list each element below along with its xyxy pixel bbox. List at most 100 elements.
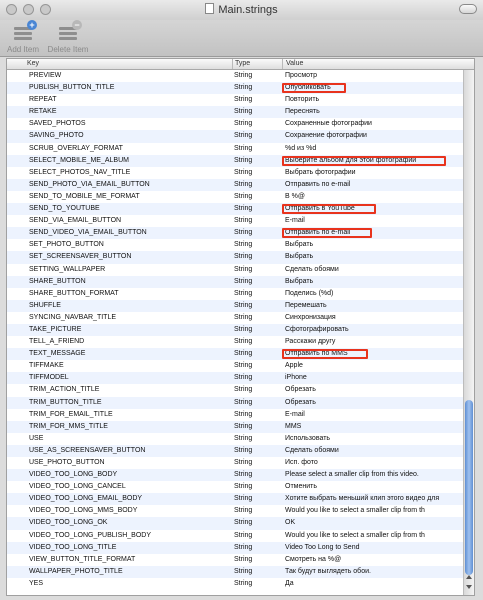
cell-key[interactable]: VIDEO_TOO_LONG_BODY — [29, 469, 229, 481]
cell-key[interactable]: SEND_PHOTO_VIA_EMAIL_BUTTON — [29, 179, 229, 191]
cell-type[interactable]: String — [234, 215, 284, 227]
cell-key[interactable]: PUBLISH_BUTTON_TITLE — [29, 82, 229, 94]
cell-type[interactable]: String — [234, 227, 284, 239]
cell-type[interactable]: String — [234, 251, 284, 263]
cell-key[interactable]: USE — [29, 433, 229, 445]
table-row[interactable]: SET_SCREENSAVER_BUTTON String Выбрать — [7, 251, 463, 264]
scrollbar-thumb[interactable] — [465, 400, 473, 575]
cell-value[interactable]: Поделись (%d) — [285, 288, 461, 300]
cell-value[interactable]: Повторить — [285, 94, 461, 106]
cell-type[interactable]: String — [234, 481, 284, 493]
cell-value[interactable]: OK — [285, 517, 461, 529]
cell-type[interactable]: String — [234, 191, 284, 203]
cell-key[interactable]: YES — [29, 578, 229, 590]
cell-type[interactable]: String — [234, 578, 284, 590]
table-row[interactable]: SHUFFLE String Перемешать — [7, 299, 463, 312]
cell-value[interactable]: Исп. фото — [285, 457, 461, 469]
cell-value[interactable]: Расскажи другу — [285, 336, 461, 348]
table-row[interactable]: VIDEO_TOO_LONG_PUBLISH_BODY String Would y… — [7, 530, 463, 542]
add-item-button[interactable]: + Add Item — [4, 20, 42, 54]
table-row[interactable]: TRIM_FOR_EMAIL_TITLE String E-mail — [7, 409, 463, 421]
cell-type[interactable]: String — [234, 130, 284, 142]
cell-value[interactable]: В %@ — [285, 191, 461, 203]
table-row[interactable]: VIDEO_TOO_LONG_MMS_BODY String Would you l… — [7, 505, 463, 517]
cell-type[interactable]: String — [234, 82, 284, 94]
cell-value[interactable]: Перемешать — [285, 300, 461, 312]
cell-value[interactable]: Выбрать — [285, 251, 461, 263]
cell-key[interactable]: SYNCING_NAVBAR_TITLE — [29, 312, 229, 324]
table-row[interactable]: SET_PHOTO_BUTTON String Выбрать — [7, 239, 463, 251]
title-bar[interactable]: Main.strings — [0, 0, 483, 21]
cell-key[interactable]: VIDEO_TOO_LONG_EMAIL_BODY — [29, 493, 229, 505]
cell-type[interactable]: String — [234, 348, 284, 360]
cell-key[interactable]: TELL_A_FRIEND — [29, 336, 229, 348]
cell-key[interactable]: VIDEO_TOO_LONG_CANCEL — [29, 481, 229, 493]
table-row[interactable]: VIDEO_TOO_LONG_TITLE String Video Too Long… — [7, 541, 463, 554]
cell-key[interactable]: REPEAT — [29, 94, 229, 106]
cell-key[interactable]: VIDEO_TOO_LONG_MMS_BODY — [29, 505, 229, 517]
table-row[interactable]: TRIM_FOR_MMS_TITLE String MMS — [7, 420, 463, 433]
table-row[interactable]: USE String Использовать — [7, 433, 463, 445]
table-row[interactable]: SHARE_BUTTON String Выбрать — [7, 275, 463, 288]
cell-value[interactable]: Сохранение фотографии — [285, 130, 461, 142]
cell-type[interactable]: String — [234, 397, 284, 409]
cell-type[interactable]: String — [234, 288, 284, 300]
cell-value[interactable]: Please select a smaller clip from this v… — [285, 469, 461, 481]
cell-type[interactable]: String — [234, 554, 284, 566]
cell-type[interactable]: String — [234, 94, 284, 106]
column-header-type[interactable]: Type — [235, 60, 250, 67]
table-row[interactable]: WALLPAPER_PHOTO_TITLE String Так будут выг… — [7, 565, 463, 578]
cell-type[interactable]: String — [234, 445, 284, 457]
cell-type[interactable]: String — [234, 118, 284, 130]
cell-value[interactable]: Video Too Long to Send — [285, 542, 461, 554]
cell-value[interactable]: %d из %d — [285, 143, 461, 155]
cell-key[interactable]: TIFFMODEL — [29, 372, 229, 384]
cell-type[interactable]: String — [234, 179, 284, 191]
cell-type[interactable]: String — [234, 336, 284, 348]
cell-value[interactable]: Переснять — [285, 106, 461, 118]
table-row[interactable]: VIDEO_TOO_LONG_EMAIL_BODY String Хотите вы… — [7, 493, 463, 506]
cell-type[interactable]: String — [234, 505, 284, 517]
table-row[interactable]: TIFFMAKE String Apple — [7, 360, 463, 372]
cell-key[interactable]: TRIM_ACTION_TITLE — [29, 384, 229, 396]
table-row[interactable]: SCRUB_OVERLAY_FORMAT String %d из %d — [7, 143, 463, 155]
cell-key[interactable]: USE_AS_SCREENSAVER_BUTTON — [29, 445, 229, 457]
cell-value[interactable]: iPhone — [285, 372, 461, 384]
table-row[interactable]: SHARE_BUTTON_FORMAT String Поделись (%d) — [7, 288, 463, 300]
cell-key[interactable]: USE_PHOTO_BUTTON — [29, 457, 229, 469]
cell-value[interactable]: Выбрать — [285, 239, 461, 251]
table-row[interactable]: SYNCING_NAVBAR_TITLE String Синхронизация — [7, 312, 463, 324]
table-row[interactable]: RETAKE String Переснять — [7, 106, 463, 119]
cell-type[interactable]: String — [234, 384, 284, 396]
cell-value[interactable]: Синхронизация — [285, 312, 461, 324]
cell-type[interactable]: String — [234, 517, 284, 529]
cell-key[interactable]: SEND_VIDEO_VIA_EMAIL_BUTTON — [29, 227, 229, 239]
scroll-up-arrow-icon[interactable] — [466, 575, 472, 579]
cell-type[interactable]: String — [234, 203, 284, 215]
cell-type[interactable]: String — [234, 312, 284, 324]
table-row[interactable]: SAVED_PHOTOS String Сохраненные фотографии — [7, 118, 463, 130]
cell-type[interactable]: String — [234, 542, 284, 554]
cell-key[interactable]: TAKE_PICTURE — [29, 324, 229, 336]
table-row[interactable]: REPEAT String Повторить — [7, 94, 463, 106]
table-row[interactable]: TELL_A_FRIEND String Расскажи другу — [7, 336, 463, 348]
cell-type[interactable]: String — [234, 493, 284, 505]
table-row[interactable]: SEND_VIDEO_VIA_EMAIL_BUTTON String Отправи… — [7, 227, 463, 240]
cell-type[interactable]: String — [234, 421, 284, 433]
cell-type[interactable]: String — [234, 155, 284, 167]
cell-type[interactable]: String — [234, 360, 284, 372]
table-row[interactable]: SELECT_MOBILE_ME_ALBUM String Выберите аль… — [7, 154, 463, 167]
cell-key[interactable]: TRIM_BUTTON_TITLE — [29, 397, 229, 409]
cell-key[interactable]: WALLPAPER_PHOTO_TITLE — [29, 566, 229, 578]
toolbar-toggle-button[interactable] — [459, 4, 477, 14]
cell-value[interactable]: Отменить — [285, 481, 461, 493]
table-row[interactable]: USE_PHOTO_BUTTON String Исп. фото — [7, 457, 463, 469]
cell-type[interactable]: String — [234, 300, 284, 312]
cell-key[interactable]: SEND_VIA_EMAIL_BUTTON — [29, 215, 229, 227]
cell-value[interactable]: Просмотр — [285, 70, 461, 82]
vertical-scrollbar[interactable] — [463, 70, 474, 595]
column-header-key[interactable]: Key — [27, 60, 39, 67]
cell-key[interactable]: TRIM_FOR_EMAIL_TITLE — [29, 409, 229, 421]
cell-type[interactable]: String — [234, 106, 284, 118]
column-header-value[interactable]: Value — [286, 60, 303, 67]
